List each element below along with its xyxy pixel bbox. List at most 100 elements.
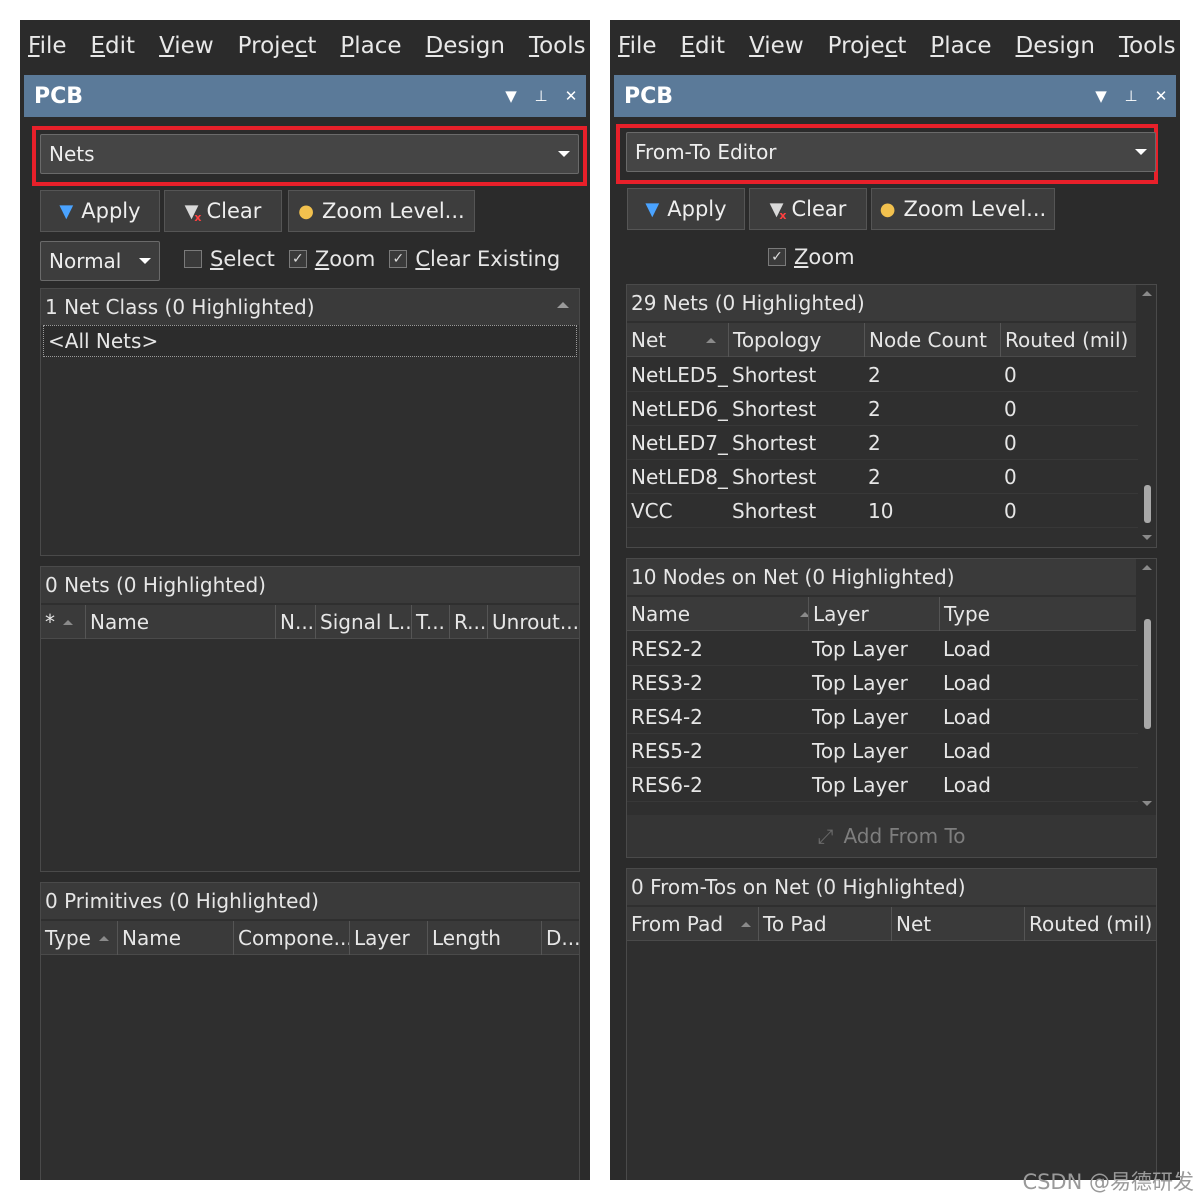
list-item[interactable]: <All Nets> — [43, 325, 577, 357]
column-component[interactable]: Compone... — [233, 921, 349, 955]
column-r[interactable]: R... — [449, 605, 487, 639]
nets-header[interactable]: 0 Nets (0 Highlighted) — [41, 567, 579, 603]
mask-mode-dropdown[interactable]: Normal — [40, 241, 160, 281]
nets-scrollbar[interactable] — [1140, 285, 1154, 547]
table-row[interactable]: NetLED6_2Shortest 2 0 — [627, 392, 1138, 426]
menu-file[interactable]: File — [28, 33, 67, 59]
clear-button[interactable]: ▼Clear — [749, 188, 867, 230]
menu-edit[interactable]: Edit — [681, 33, 726, 59]
zoom-checkbox[interactable]: ✓ Zoom — [768, 245, 855, 269]
menu-design[interactable]: Design — [426, 33, 505, 59]
scroll-up-icon[interactable] — [1142, 291, 1152, 296]
column-name[interactable]: Name — [117, 921, 233, 955]
apply-button[interactable]: ▼ Apply — [40, 190, 160, 232]
column-signal-length[interactable]: Signal L... — [315, 605, 411, 639]
panel-titlebar: PCB ▼ ⊥ ✕ — [614, 75, 1176, 117]
scroll-down-icon[interactable] — [1142, 801, 1152, 806]
menu-file[interactable]: File — [618, 33, 657, 59]
column-to-pad[interactable]: To Pad — [758, 907, 891, 941]
column-net[interactable]: Net — [627, 323, 728, 357]
pin-icon[interactable]: ⊥ — [526, 87, 556, 105]
column-star[interactable]: * — [41, 605, 85, 639]
pin-icon[interactable]: ⊥ — [1116, 87, 1146, 105]
table-cell: 2 — [868, 397, 881, 421]
menu-place[interactable]: Place — [930, 33, 991, 59]
column-length[interactable]: Length — [427, 921, 541, 955]
scroll-thumb[interactable] — [1144, 619, 1151, 729]
add-from-to-button[interactable]: ⤢ Add From To — [627, 815, 1156, 857]
table-cell: 0 — [1004, 431, 1017, 455]
table-cell: RES2-2 — [631, 637, 703, 661]
apply-button[interactable]: ▼ Apply — [627, 188, 745, 230]
net-class-header[interactable]: 1 Net Class (0 Highlighted) — [41, 289, 579, 325]
table-row[interactable]: RES6-2 Top Layer Load — [627, 768, 1138, 802]
table-cell: Shortest — [732, 499, 817, 523]
table-cell: Shortest — [732, 431, 817, 455]
collapse-icon[interactable] — [557, 302, 569, 308]
clear-filter-icon: ▼ — [185, 201, 202, 224]
menu-design[interactable]: Design — [1016, 33, 1095, 59]
chevron-down-icon — [558, 151, 570, 157]
nets-section: 29 Nets (0 Highlighted) Net Topology Nod… — [626, 284, 1157, 548]
chevron-down-icon — [1135, 149, 1147, 155]
zoom-level-button[interactable]: ● Zoom Level... — [288, 190, 475, 232]
clear-filter-icon: ▼ — [770, 199, 787, 222]
table-row[interactable]: NetLED7_2Shortest 2 0 — [627, 426, 1138, 460]
menu-edit[interactable]: Edit — [91, 33, 136, 59]
zoom-level-button[interactable]: ● Zoom Level... — [871, 188, 1055, 230]
column-type[interactable]: Type — [41, 921, 117, 955]
menu-view[interactable]: View — [159, 33, 214, 59]
column-t[interactable]: T... — [411, 605, 449, 639]
menu-project[interactable]: Project — [828, 33, 907, 59]
scroll-down-icon[interactable] — [1142, 535, 1152, 540]
scroll-thumb[interactable] — [1144, 485, 1151, 523]
menu-project[interactable]: Project — [238, 33, 317, 59]
table-row[interactable]: RES5-2 Top Layer Load — [627, 734, 1138, 768]
table-cell: 2 — [868, 465, 881, 489]
menu-view[interactable]: View — [749, 33, 804, 59]
column-name[interactable]: Name — [85, 605, 275, 639]
column-routed[interactable]: Routed (mil) — [1024, 907, 1158, 941]
column-topology[interactable]: Topology — [728, 323, 864, 357]
from-tos-header[interactable]: 0 From-Tos on Net (0 Highlighted) — [627, 869, 1156, 905]
nodes-header[interactable]: 10 Nodes on Net (0 Highlighted) — [627, 559, 1136, 595]
column-node-count[interactable]: N... — [275, 605, 315, 639]
column-d[interactable]: D... — [541, 921, 581, 955]
column-layer[interactable]: Layer — [349, 921, 427, 955]
table-row[interactable]: NetLED5_2Shortest 2 0 — [627, 358, 1138, 392]
column-name[interactable]: Name — [627, 597, 808, 631]
menu-tools[interactable]: Tools — [529, 33, 586, 59]
zoom-checkbox[interactable]: ✓ Zoom — [288, 247, 375, 271]
column-node-count[interactable]: Node Count — [864, 323, 1000, 357]
column-from-pad[interactable]: From Pad — [627, 907, 758, 941]
table-cell: Load — [943, 705, 991, 729]
select-checkbox[interactable]: Select — [184, 247, 275, 271]
menu-place[interactable]: Place — [340, 33, 401, 59]
column-layer[interactable]: Layer — [808, 597, 939, 631]
close-icon[interactable]: ✕ — [1146, 87, 1176, 105]
nets-header[interactable]: 29 Nets (0 Highlighted) — [627, 285, 1136, 321]
table-cell: Load — [943, 773, 991, 797]
table-row[interactable]: RES4-2 Top Layer Load — [627, 700, 1138, 734]
primitives-header[interactable]: 0 Primitives (0 Highlighted) — [41, 883, 579, 919]
table-row[interactable]: RES3-2 Top Layer Load — [627, 666, 1138, 700]
nodes-scrollbar[interactable] — [1140, 559, 1154, 815]
panel-menu-icon[interactable]: ▼ — [496, 87, 526, 105]
close-icon[interactable]: ✕ — [556, 87, 586, 105]
menu-bar: File Edit View Project Place Design Tool… — [20, 20, 590, 72]
panel-mode-dropdown[interactable]: Nets — [40, 134, 579, 174]
column-routed[interactable]: Routed (mil) — [1000, 323, 1138, 357]
table-row[interactable]: NetLED8_2Shortest 2 0 — [627, 460, 1138, 494]
column-type[interactable]: Type — [939, 597, 1138, 631]
scroll-up-icon[interactable] — [1142, 565, 1152, 570]
menu-tools[interactable]: Tools — [1119, 33, 1176, 59]
column-net[interactable]: Net — [891, 907, 1024, 941]
clear-button[interactable]: ▼Clear — [164, 190, 282, 232]
clear-existing-checkbox[interactable]: ✓ Clear Existing — [389, 247, 560, 271]
column-unrouted[interactable]: Unrout... — [487, 605, 581, 639]
panel-menu-icon[interactable]: ▼ — [1086, 87, 1116, 105]
panel-mode-dropdown[interactable]: From-To Editor — [626, 132, 1156, 172]
table-row[interactable]: VCC Shortest 10 0 — [627, 494, 1138, 528]
table-row[interactable]: RES2-2 Top Layer Load — [627, 632, 1138, 666]
nodes-column-header: Name Layer Type — [627, 597, 1136, 631]
